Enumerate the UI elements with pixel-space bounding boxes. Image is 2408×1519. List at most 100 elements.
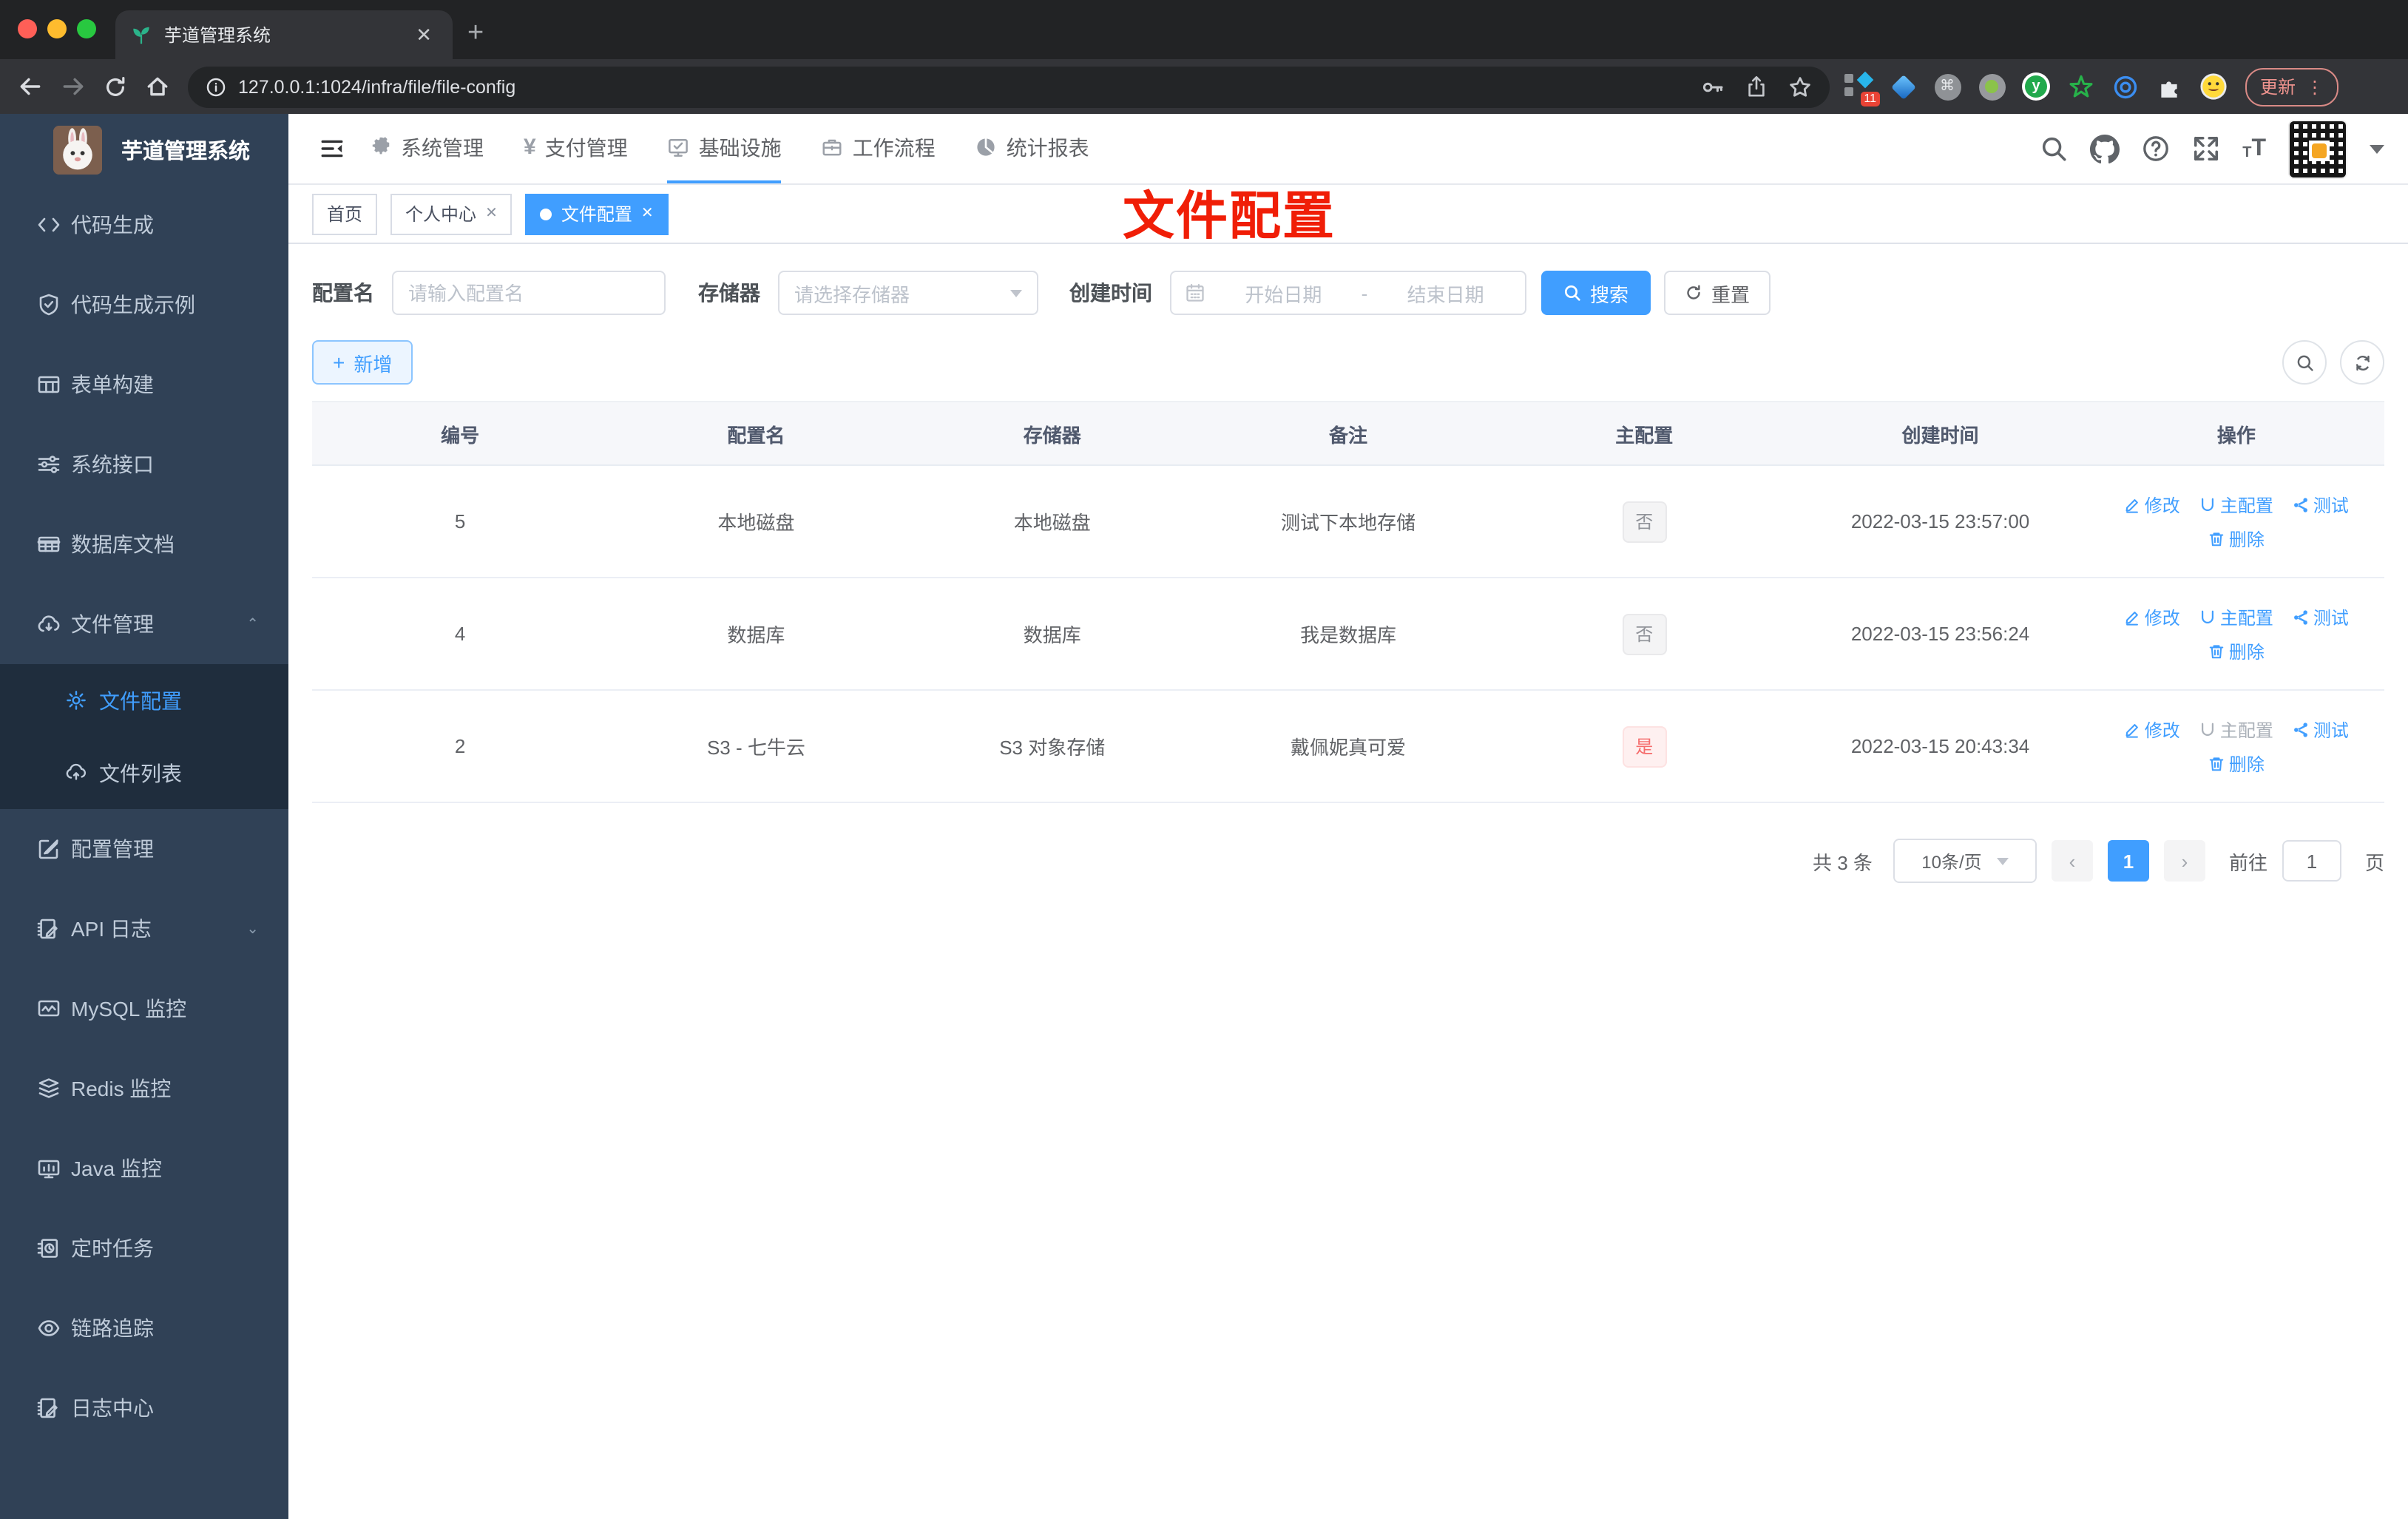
sidebar-item-code-demo[interactable]: 代码生成示例 (0, 265, 288, 345)
site-info-icon[interactable] (206, 76, 226, 97)
config-name-input[interactable] (392, 271, 666, 315)
master-action[interactable]: 主配置 (2199, 604, 2273, 629)
test-action[interactable]: 测试 (2293, 717, 2349, 742)
delete-action[interactable]: 删除 (2208, 638, 2265, 663)
github-icon[interactable] (2090, 134, 2120, 163)
address-bar[interactable]: 127.0.0.1:1024/infra/file/file-config (188, 66, 1830, 107)
sidebar-item-java-monitor[interactable]: Java 监控 (0, 1129, 288, 1208)
maximize-window-button[interactable] (77, 19, 96, 38)
sidebar-item-code-gen[interactable]: 代码生成 (0, 185, 288, 265)
prev-page-button[interactable]: ‹ (2051, 840, 2093, 882)
search-button-label: 搜索 (1589, 283, 1629, 305)
share-icon[interactable] (1745, 75, 1768, 98)
minimize-window-button[interactable] (47, 19, 67, 38)
tag-profile[interactable]: 个人中心 ✕ (390, 193, 513, 234)
sidebar-item-log-center[interactable]: 日志中心 (0, 1368, 288, 1448)
edit-action[interactable]: 修改 (2124, 717, 2180, 742)
browser-tab[interactable]: 芋道管理系统 ✕ (115, 10, 453, 59)
topnav-infrastructure[interactable]: 基础设施 (667, 114, 782, 183)
extension-puzzle-icon[interactable] (2155, 72, 2183, 101)
reload-icon[interactable] (104, 75, 127, 98)
table-row: 5 本地磁盘 本地磁盘 测试下本地存储 否 2022-03-15 23:57:0… (312, 466, 2384, 578)
password-key-icon[interactable] (1701, 75, 1725, 98)
master-tag: 否 (1622, 613, 1667, 654)
extensions-area: 11 ⌘ y (1844, 71, 2228, 106)
sidebar-item-system-api[interactable]: 系统接口 (0, 424, 288, 504)
extension-target-icon[interactable] (2111, 72, 2139, 101)
edit-action[interactable]: 修改 (2124, 604, 2180, 629)
user-menu-caret-icon[interactable] (2370, 144, 2384, 153)
edit-action[interactable]: 修改 (2124, 492, 2180, 517)
sidebar-item-form-builder[interactable]: 表单构建 (0, 345, 288, 424)
close-icon[interactable]: ✕ (485, 206, 498, 222)
sidebar-item-scheduled-tasks[interactable]: 定时任务 (0, 1208, 288, 1288)
file-config-table: 编号 配置名 存储器 备注 主配置 创建时间 操作 5 本地磁盘 本地磁盘 测试… (312, 401, 2384, 803)
add-button[interactable]: + 新增 (312, 340, 413, 385)
extension-command-icon[interactable]: ⌘ (1933, 72, 1961, 101)
col-header-name: 配置名 (727, 424, 785, 446)
sidebar-item-api-log[interactable]: API 日志 ⌄ (0, 889, 288, 969)
storage-select[interactable]: 请选择存储器 (778, 271, 1038, 315)
extension-gem-icon[interactable] (1889, 72, 1917, 101)
back-icon[interactable] (18, 74, 43, 99)
sidebar-item-tracing[interactable]: 链路追踪 (0, 1288, 288, 1368)
close-icon[interactable]: ✕ (641, 206, 654, 222)
help-icon[interactable] (2142, 135, 2170, 163)
test-action[interactable]: 测试 (2293, 604, 2349, 629)
delete-action[interactable]: 删除 (2208, 751, 2265, 776)
goto-page-input[interactable] (2282, 840, 2341, 882)
forward-icon[interactable] (61, 74, 86, 99)
font-size-icon[interactable]: TT (2242, 136, 2266, 160)
reset-button[interactable]: 重置 (1664, 271, 1771, 315)
chevron-up-icon: ⌃ (246, 616, 259, 632)
current-page-button[interactable]: 1 (2107, 840, 2149, 882)
topnav-reports[interactable]: 统计报表 (975, 114, 1089, 183)
tab-close-icon[interactable]: ✕ (410, 23, 438, 47)
tag-file-config[interactable]: 文件配置 ✕ (525, 193, 669, 234)
sidebar-item-file-manage[interactable]: 文件管理 ⌃ (0, 584, 288, 664)
doc-edit-icon (37, 1396, 61, 1420)
browser-menu-icon[interactable]: ⋮ (2306, 76, 2324, 97)
url-text[interactable]: 127.0.0.1:1024/infra/file/file-config (238, 76, 1680, 97)
topnav-workflow[interactable]: 工作流程 (822, 114, 936, 183)
master-action[interactable]: 主配置 (2199, 492, 2273, 517)
cloud-download-icon (37, 612, 61, 636)
close-window-button[interactable] (18, 19, 37, 38)
page-size-select[interactable]: 10条/页 (1893, 839, 2037, 883)
test-action[interactable]: 测试 (2293, 492, 2349, 517)
fullscreen-icon[interactable] (2192, 135, 2220, 163)
sidebar-item-config-manage[interactable]: 配置管理 (0, 809, 288, 889)
home-icon[interactable] (145, 74, 170, 99)
toggle-search-button[interactable] (2282, 340, 2327, 385)
sidebar-item-mysql-monitor[interactable]: MySQL 监控 (0, 969, 288, 1049)
browser-update-button[interactable]: 更新 ⋮ (2245, 67, 2339, 106)
extension-record-icon[interactable] (1978, 72, 2006, 101)
date-range-picker[interactable]: 开始日期 - 结束日期 (1170, 271, 1526, 315)
table-toolbar: + 新增 (312, 340, 2384, 385)
sidebar-item-redis-monitor[interactable]: Redis 监控 (0, 1049, 288, 1129)
topnav-label: 系统管理 (401, 135, 484, 159)
next-page-button[interactable]: › (2163, 840, 2205, 882)
page-unit-label: 页 (2364, 851, 2384, 873)
extension-emoji-icon[interactable] (2199, 72, 2228, 101)
storage-placeholder: 请选择存储器 (794, 283, 910, 305)
extension-y-icon[interactable]: y (2022, 72, 2050, 101)
sidebar-item-label: 代码生成 (71, 213, 154, 237)
topnav-system[interactable]: 系统管理 (370, 114, 484, 183)
user-avatar[interactable] (2288, 119, 2347, 178)
tag-home[interactable]: 首页 (312, 193, 378, 234)
collapse-sidebar-icon[interactable] (319, 136, 345, 161)
sidebar-item-label: 配置管理 (71, 837, 154, 861)
topnav-payment[interactable]: ¥ 支付管理 (524, 114, 628, 183)
sidebar-item-db-doc[interactable]: 数据库文档 (0, 504, 288, 584)
sidebar-item-file-list[interactable]: 文件列表 (0, 737, 288, 809)
new-tab-button[interactable]: + (467, 15, 484, 53)
extension-grid-icon[interactable]: 11 (1844, 71, 1880, 106)
search-icon[interactable] (2040, 135, 2068, 163)
delete-action[interactable]: 删除 (2208, 526, 2265, 551)
sidebar-item-file-config[interactable]: 文件配置 (0, 664, 288, 737)
bookmark-star-icon[interactable] (1788, 75, 1812, 98)
search-button[interactable]: 搜索 (1541, 271, 1651, 315)
extension-star-icon[interactable] (2066, 72, 2094, 101)
refresh-table-button[interactable] (2340, 340, 2384, 385)
